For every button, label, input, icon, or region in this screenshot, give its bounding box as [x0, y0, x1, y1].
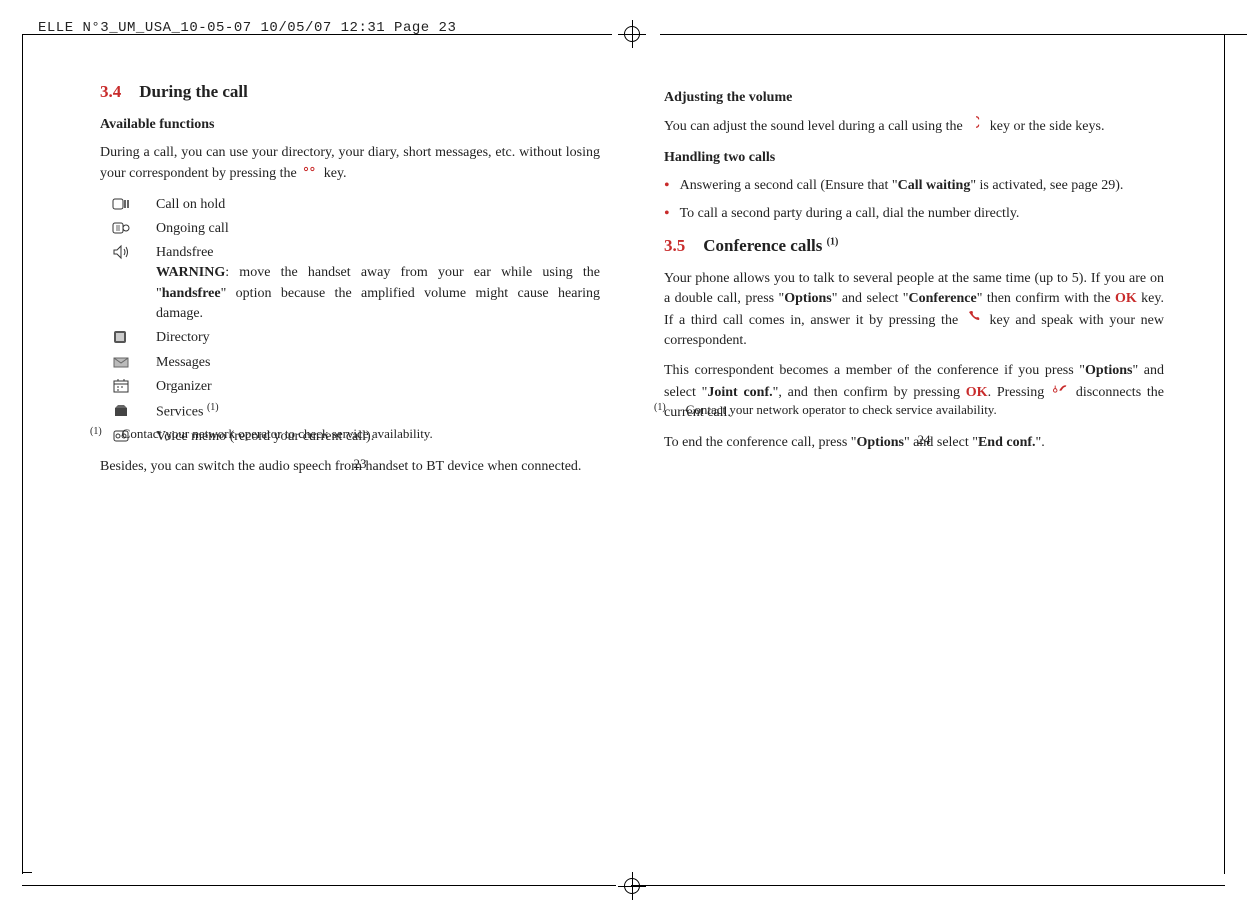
footnote-mark: (1) [654, 401, 666, 420]
section-heading: 3.4 During the call [100, 80, 600, 105]
section-title: Conference calls (1) [703, 236, 838, 255]
page-number: 23 [100, 455, 620, 474]
crop-line [22, 34, 612, 35]
section-title: During the call [139, 82, 248, 101]
messages-icon [110, 353, 132, 371]
footnote-mark: (1) [90, 425, 102, 444]
crop-header-text: ELLE N°3_UM_USA_10-05-07 10/05/07 12:31 … [38, 18, 456, 38]
two-calls-list: • Answering a second call (Ensure that "… [664, 176, 1164, 225]
ongoing-call-icon [110, 219, 132, 237]
list-item: Handsfree WARNING: move the handset away… [100, 243, 600, 324]
page-number: 24 [664, 431, 1184, 450]
bullet-text: To call a second party during a call, di… [680, 204, 1164, 224]
func-label: Directory [156, 328, 600, 348]
crop-line [660, 34, 1247, 35]
function-list: Call on hold Ongoing call Handsfree WARN… [100, 195, 600, 448]
list-item: Organizer [100, 377, 600, 397]
ok-key-icon: OK [966, 384, 988, 399]
end-call-key-icon [1052, 381, 1068, 402]
intro-paragraph: During a call, you can use your director… [100, 143, 600, 185]
organizer-icon [110, 377, 132, 395]
func-label: Call on hold [156, 195, 600, 215]
footnote: (1) Contact your network operator to che… [90, 425, 610, 444]
func-label: Messages [156, 353, 600, 373]
footnote-text: Contact your network operator to check s… [122, 425, 433, 444]
list-item: Messages [100, 353, 600, 373]
list-item: Call on hold [100, 195, 600, 215]
footnote-text: Contact your network operator to check s… [686, 401, 997, 420]
services-icon [110, 401, 132, 419]
list-item: • Answering a second call (Ensure that "… [664, 176, 1164, 196]
call-key-icon [966, 309, 982, 330]
ok-key-icon: OK [1115, 291, 1137, 306]
func-label: Services (1) [156, 401, 600, 423]
subheading-volume: Adjusting the volume [664, 88, 1164, 108]
volume-paragraph: You can adjust the sound level during a … [664, 116, 1164, 137]
subheading-two-calls: Handling two calls [664, 148, 1164, 168]
call-hold-icon [110, 195, 132, 213]
handsfree-icon [110, 243, 132, 261]
crop-line [22, 34, 23, 874]
directory-icon [110, 328, 132, 346]
func-label: Organizer [156, 377, 600, 397]
func-label: Ongoing call [156, 219, 600, 239]
section-number: 3.4 [100, 82, 121, 101]
bullet-text: Answering a second call (Ensure that "Ca… [680, 176, 1164, 196]
section-heading: 3.5 Conference calls (1) [664, 234, 1164, 259]
registration-mark-icon [618, 20, 646, 48]
crop-line [631, 885, 1225, 886]
conference-p1: Your phone allows you to talk to several… [664, 269, 1164, 351]
list-item: • To call a second party during a call, … [664, 204, 1164, 224]
crop-line [22, 885, 616, 886]
footnote: (1) Contact your network operator to che… [654, 401, 1174, 420]
list-item: Ongoing call [100, 219, 600, 239]
page-left: 3.4 During the call Available functions D… [90, 80, 610, 488]
nav-dots-icon [302, 162, 318, 183]
bullet-icon: • [664, 206, 670, 222]
list-item: Directory [100, 328, 600, 348]
crop-line [22, 872, 32, 873]
handsfree-warning: Handsfree WARNING: move the handset away… [156, 243, 600, 324]
subheading-available-functions: Available functions [100, 115, 600, 135]
registration-mark-icon [618, 872, 646, 900]
bullet-icon: • [664, 178, 670, 194]
list-item: Services (1) [100, 401, 600, 423]
section-number: 3.5 [664, 236, 685, 255]
crop-line [1224, 34, 1225, 874]
page-right: Adjusting the volume You can adjust the … [654, 80, 1174, 464]
nav-key-icon [968, 115, 984, 136]
